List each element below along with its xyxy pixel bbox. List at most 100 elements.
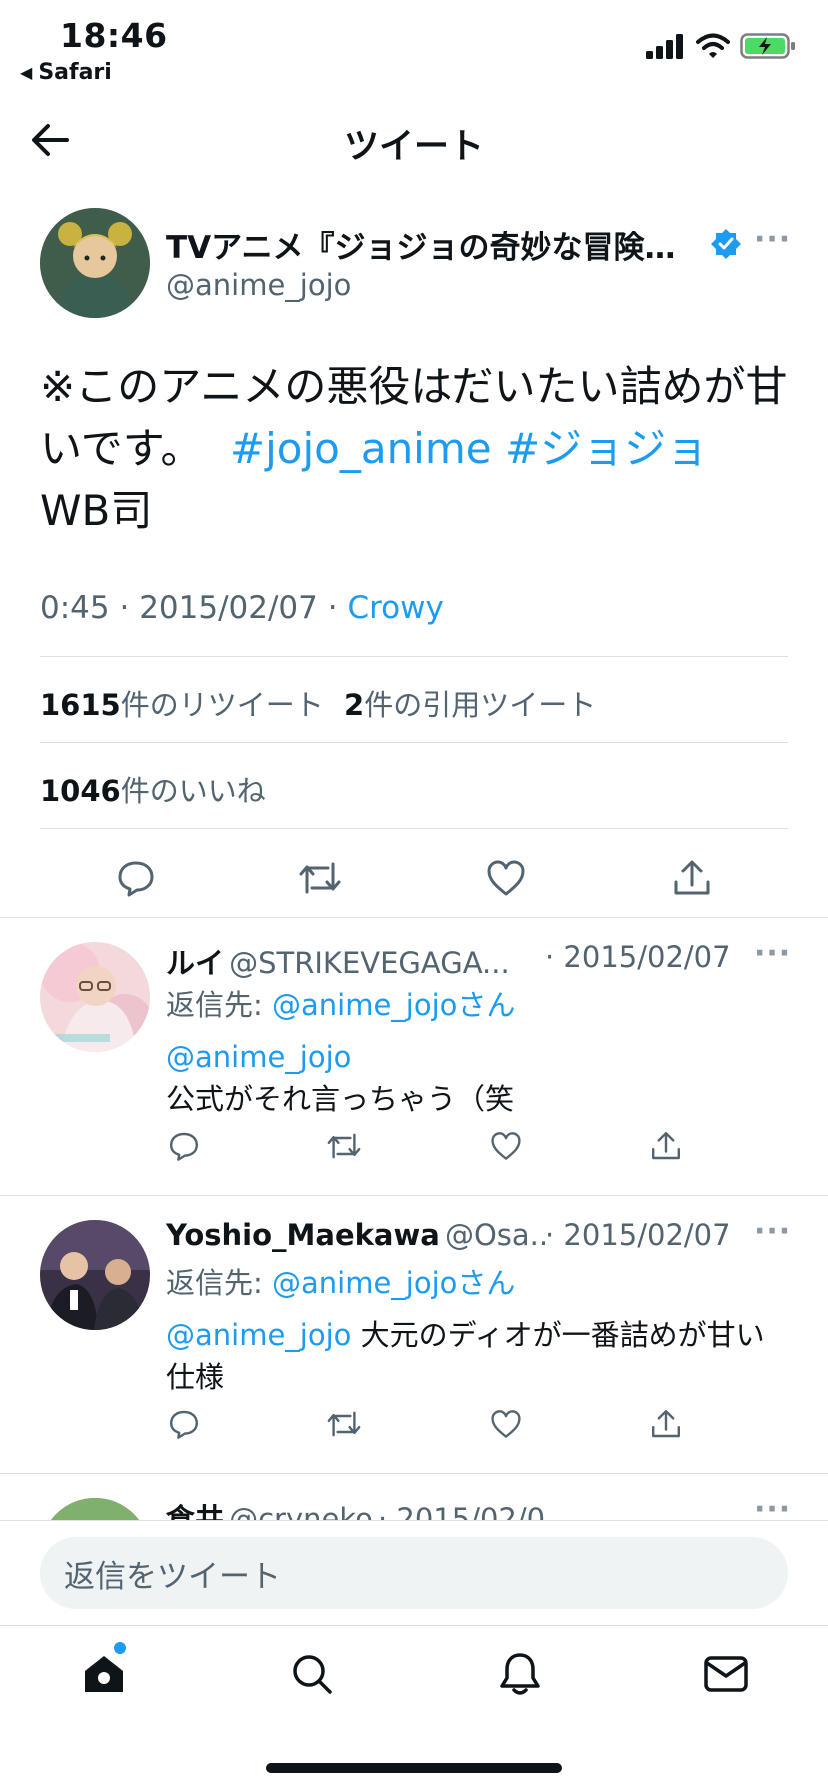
back-arrow-icon	[32, 124, 69, 156]
divider	[40, 656, 788, 657]
author-display-name[interactable]: TVアニメ『ジョジョの奇妙な冒険…	[166, 222, 706, 267]
retweet-icon	[299, 862, 341, 894]
tweet-date: 2015/02/07	[139, 590, 318, 626]
reply-icon	[170, 1410, 198, 1439]
reply-to-label: 返信先:	[166, 988, 263, 1022]
reply-avatar[interactable]	[40, 942, 150, 1052]
home-notification-dot	[114, 1642, 126, 1654]
reply-date[interactable]: · 2015/02/07	[378, 1502, 546, 1520]
status-time: 18:46	[60, 16, 168, 55]
reply-avatar-image	[40, 1220, 150, 1330]
wifi-icon	[696, 33, 730, 58]
likes-count: 1046	[40, 774, 121, 808]
reply-to-line: 返信先: @anime_jojoさん	[166, 1262, 515, 1304]
tab-notifications[interactable]	[492, 1646, 548, 1702]
divider	[40, 742, 788, 743]
reply-button[interactable]	[164, 1124, 204, 1168]
reply-text: @anime_jojo 公式がそれ言っちゃう（笑	[166, 1036, 766, 1120]
reply-to-handle[interactable]: @anime_jojoさん	[272, 988, 515, 1022]
author-avatar-image	[40, 208, 150, 318]
likes-label: 件のいいね	[120, 774, 266, 808]
reply-icon	[170, 1132, 198, 1161]
share-button[interactable]	[664, 850, 720, 906]
reply-handle[interactable]: @cryneko	[229, 1502, 373, 1520]
tab-search[interactable]	[284, 1646, 340, 1702]
back-button[interactable]	[28, 118, 72, 162]
like-icon	[491, 1132, 521, 1160]
reply-avatar[interactable]	[40, 1220, 150, 1330]
messages-icon	[704, 1656, 748, 1692]
reply-button[interactable]	[108, 850, 164, 906]
quotes-count: 2	[344, 688, 365, 722]
quotes-label: 件の引用ツイート	[364, 688, 597, 722]
like-button[interactable]	[486, 1124, 526, 1168]
retweet-button[interactable]	[324, 1124, 364, 1168]
tweet-more-button[interactable]: ···	[754, 222, 791, 257]
retweet-icon	[327, 1133, 361, 1159]
reply-to-line: 返信先: @anime_jojoさん	[166, 984, 515, 1026]
reply-mention[interactable]: @anime_jojo	[166, 1318, 351, 1352]
reply-icon	[118, 861, 154, 897]
quotes-stat[interactable]: 2件の引用ツイート	[344, 682, 596, 724]
tab-home[interactable]	[76, 1646, 132, 1702]
divider	[40, 828, 788, 829]
reply-date[interactable]: · 2015/02/07	[545, 940, 731, 974]
reply-button[interactable]	[164, 1402, 204, 1446]
reply-display-name[interactable]: 倉井	[166, 1502, 224, 1520]
likes-stat[interactable]: 1046件のいいね	[40, 768, 266, 810]
back-to-app[interactable]: ◀ Safari	[20, 60, 112, 85]
reply-input[interactable]: 返信をツイート	[40, 1537, 788, 1609]
reply-more-button[interactable]: ···	[754, 1214, 791, 1249]
tweet-source[interactable]: Crowy	[347, 590, 443, 626]
author-avatar[interactable]	[40, 208, 150, 318]
reply-tweet[interactable]: Yoshio_Maekawa @Osa... · 2015/02/07 ··· …	[0, 1196, 828, 1474]
tweet-actions	[0, 850, 828, 906]
reply-mention[interactable]: @anime_jojo	[166, 1040, 351, 1074]
author-handle[interactable]: @anime_jojo	[166, 268, 351, 302]
share-button[interactable]	[646, 1124, 686, 1168]
share-icon	[652, 1410, 680, 1438]
reply-avatar[interactable]	[40, 1498, 150, 1520]
reply-header: 倉井 @cryneko · 2015/02/07	[166, 1496, 546, 1520]
reply-date[interactable]: · 2015/02/07	[545, 1218, 731, 1252]
reply-to-handle[interactable]: @anime_jojoさん	[272, 1266, 515, 1300]
back-app-label: Safari	[38, 60, 112, 85]
tab-messages[interactable]	[698, 1646, 754, 1702]
page-title: ツイート	[343, 127, 484, 167]
hashtag-jojo-anime[interactable]: #jojo_anime	[230, 424, 492, 473]
reply-handle[interactable]: @Osa...	[445, 1218, 546, 1252]
back-triangle-icon: ◀	[20, 63, 33, 82]
reply-more-button[interactable]: ···	[754, 1492, 791, 1520]
tweet-time: 0:45	[40, 590, 110, 626]
reply-text: @anime_jojo 大元のディオが一番詰めが甘い仕様	[166, 1314, 776, 1398]
reply-actions	[0, 1124, 828, 1168]
retweets-stat[interactable]: 1615件のリツイート	[40, 682, 324, 724]
tweet-text-signature: WB司	[40, 486, 153, 535]
share-button[interactable]	[646, 1402, 686, 1446]
battery-charging-icon	[740, 33, 795, 59]
retweet-icon	[327, 1411, 361, 1437]
retweet-button[interactable]	[292, 850, 348, 906]
status-icons	[646, 32, 796, 60]
hashtag-jojo[interactable]: #ジョジョ	[505, 424, 708, 473]
reply-more-button[interactable]: ···	[754, 936, 791, 971]
reply-avatar-image	[40, 942, 150, 1052]
search-icon	[293, 1655, 332, 1694]
reply-display-name[interactable]: ルイ	[166, 946, 224, 980]
cellular-signal-icon	[646, 34, 683, 59]
like-button[interactable]	[478, 850, 534, 906]
share-icon	[674, 860, 710, 895]
home-indicator[interactable]	[266, 1763, 562, 1773]
reply-text-body: 公式がそれ言っちゃう（笑	[166, 1082, 515, 1116]
reply-to-label: 返信先:	[166, 1266, 263, 1300]
verified-badge-icon	[710, 228, 742, 264]
retweets-count: 1615	[40, 688, 121, 722]
reply-handle[interactable]: @STRIKEVEGAGA...	[229, 946, 510, 980]
retweet-button[interactable]	[324, 1402, 364, 1446]
like-button[interactable]	[486, 1402, 526, 1446]
reply-tweet[interactable]: ルイ @STRIKEVEGAGA... · 2015/02/07 ··· 返信先…	[0, 918, 828, 1196]
share-icon	[652, 1132, 680, 1160]
reply-tweet[interactable]: 倉井 @cryneko · 2015/02/07 ···	[0, 1474, 828, 1520]
reply-header: Yoshio_Maekawa @Osa...	[166, 1218, 546, 1252]
reply-display-name[interactable]: Yoshio_Maekawa	[166, 1218, 440, 1252]
